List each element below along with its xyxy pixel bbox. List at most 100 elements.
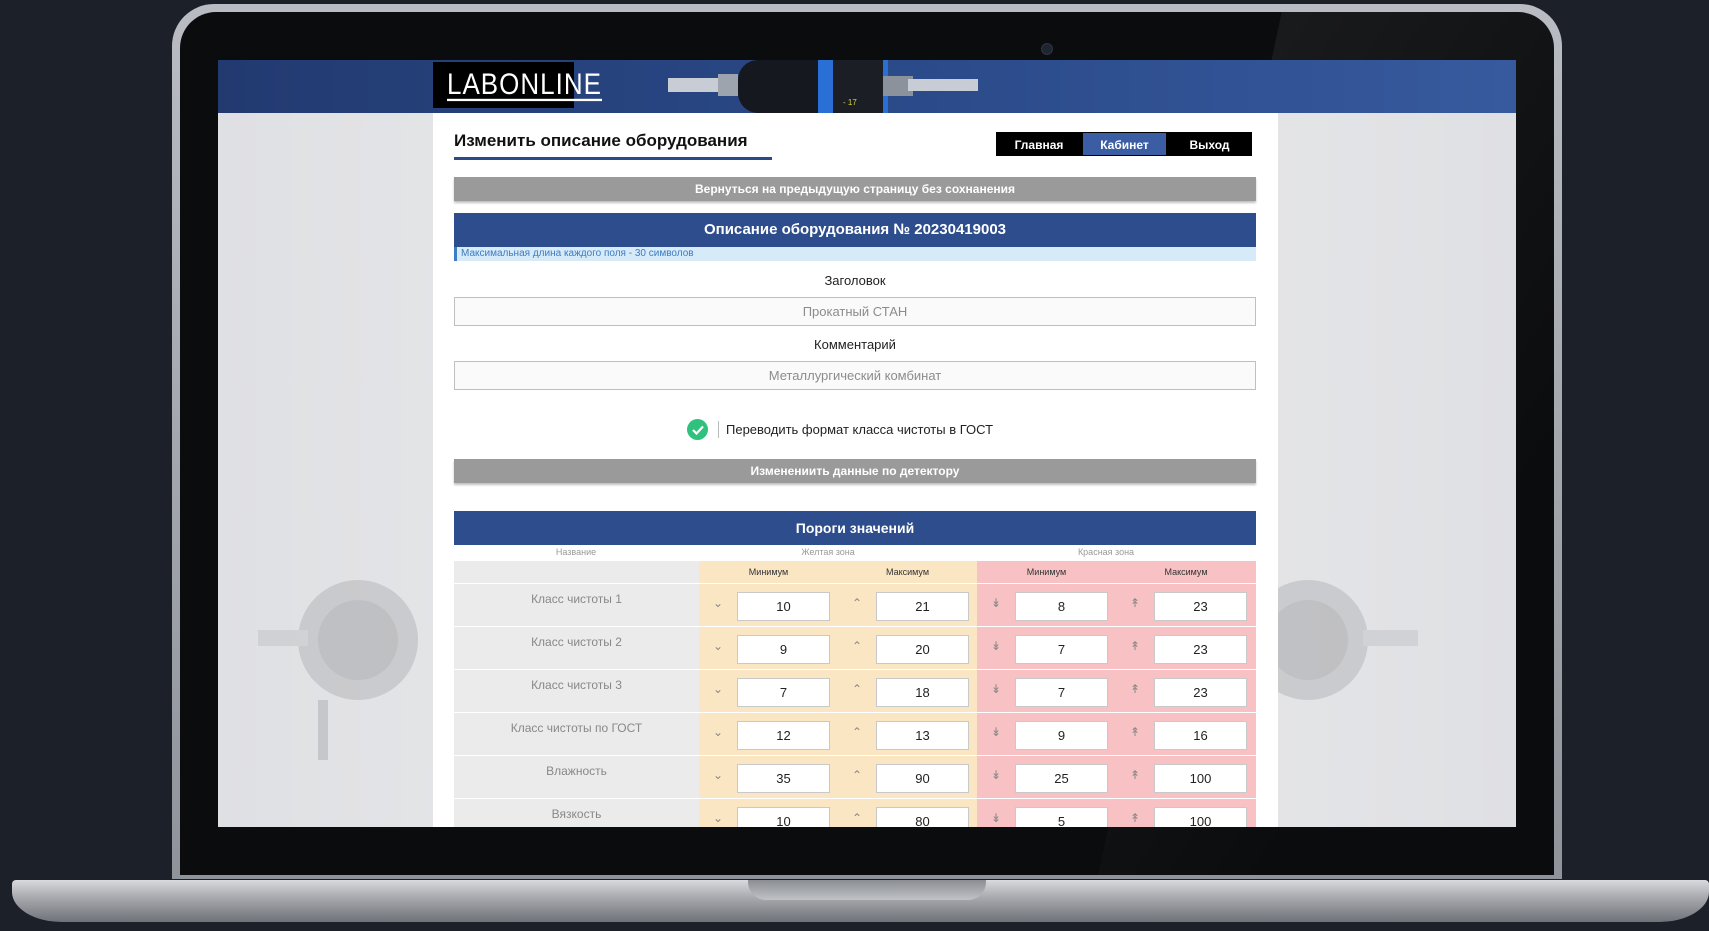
heading-input[interactable]: Прокатный СТАН [454, 297, 1256, 326]
r-max-input[interactable]: 16 [1154, 721, 1247, 750]
row-name: Класс чистоты 3 [454, 670, 699, 712]
y-max-input[interactable]: 18 [876, 678, 969, 707]
y-max-input[interactable]: 13 [876, 721, 969, 750]
edit-detector-button[interactable]: Изменениить данные по детектору [454, 459, 1256, 483]
chevron-up-icon: ⌃ [852, 682, 863, 696]
y-max-cell: ⌃ 20 [838, 627, 977, 669]
page-panel: Изменить описание оборудования Главная К… [433, 113, 1278, 827]
y-min-cell: ⌄ 12 [699, 713, 838, 755]
r-min-input[interactable]: 7 [1015, 635, 1108, 664]
r-max-cell: ↟ 23 [1116, 670, 1256, 712]
r-min-input[interactable]: 9 [1015, 721, 1108, 750]
chevron-up-icon: ⌃ [852, 725, 863, 739]
y-min-cell: ⌄ 10 [699, 584, 838, 626]
table-row: Вязкость ⌄ 10 ⌃ 80 ↡ 5 ↟ 100 [454, 798, 1256, 827]
y-min-input[interactable]: 9 [737, 635, 830, 664]
double-chevron-up-icon: ↟ [1130, 811, 1141, 825]
nav-exit-button[interactable]: Выход [1167, 132, 1252, 156]
device-banner-image: - 17 [668, 60, 978, 113]
thresholds-header: Пороги значений [454, 511, 1256, 545]
nav-home-button[interactable]: Главная [996, 132, 1082, 156]
col-red-caption: Красная зона [1077, 547, 1135, 557]
r-max-cell: ↟ 23 [1116, 584, 1256, 626]
nav-cabinet-button[interactable]: Кабинет [1082, 132, 1167, 156]
col-yellow-caption: Желтая зона [801, 547, 855, 557]
y-min-cell: ⌄ 10 [699, 799, 838, 827]
chevron-down-icon: ⌄ [713, 682, 724, 696]
background-device-image [1258, 580, 1418, 700]
page-title: Изменить описание оборудования [454, 131, 772, 160]
y-max-input[interactable]: 20 [876, 635, 969, 664]
r-min-cell: ↡ 7 [977, 670, 1116, 712]
y-max-input[interactable]: 80 [876, 807, 969, 827]
r-min-input[interactable]: 8 [1015, 592, 1108, 621]
chevron-up-icon: ⌃ [852, 596, 863, 610]
background-device-image [258, 580, 418, 760]
r-min-cell: ↡ 9 [977, 713, 1116, 755]
y-min-input[interactable]: 12 [737, 721, 830, 750]
r-max-cell: ↟ 100 [1116, 799, 1256, 827]
r-max-input[interactable]: 100 [1154, 764, 1247, 793]
header-banner: - 17 LABONLINE [218, 60, 1516, 113]
top-nav: Главная Кабинет Выход [996, 132, 1252, 156]
chevron-down-icon: ⌄ [713, 639, 724, 653]
r-max-cell: ↟ 100 [1116, 756, 1256, 798]
r-min-input[interactable]: 25 [1015, 764, 1108, 793]
double-chevron-down-icon: ↡ [991, 725, 1002, 739]
r-max-input[interactable]: 23 [1154, 635, 1247, 664]
table-row: Класс чистоты 3 ⌄ 7 ⌃ 18 ↡ 7 ↟ 23 [454, 669, 1256, 712]
chevron-down-icon: ⌄ [713, 725, 724, 739]
chevron-up-icon: ⌃ [852, 811, 863, 825]
col-name-caption: Название [555, 547, 597, 557]
r-max-cell: ↟ 23 [1116, 627, 1256, 669]
r-min-cell: ↡ 5 [977, 799, 1116, 827]
r-min-input[interactable]: 7 [1015, 678, 1108, 707]
r-min-cell: ↡ 7 [977, 627, 1116, 669]
thresholds-subheader-row: Минимум Максимум Минимум Максимум [454, 561, 1256, 583]
double-chevron-up-icon: ↟ [1130, 596, 1141, 610]
y-max-input[interactable]: 21 [876, 592, 969, 621]
double-chevron-up-icon: ↟ [1130, 682, 1141, 696]
double-chevron-up-icon: ↟ [1130, 639, 1141, 653]
row-name: Влажность [454, 756, 699, 798]
red-min-header: Минимум [977, 561, 1116, 583]
y-max-cell: ⌃ 18 [838, 670, 977, 712]
gost-checkbox-row: Переводить формат класса чистоты в ГОСТ [687, 419, 993, 440]
screen: - 17 LABONLINE Изменить описание оборудо… [218, 60, 1516, 827]
y-min-cell: ⌄ 35 [699, 756, 838, 798]
r-max-input[interactable]: 100 [1154, 807, 1247, 827]
chevron-up-icon: ⌃ [852, 639, 863, 653]
labonline-logo[interactable]: LABONLINE [433, 62, 602, 108]
svg-text:- 17: - 17 [843, 98, 857, 107]
row-name: Класс чистоты 1 [454, 584, 699, 626]
double-chevron-down-icon: ↡ [991, 811, 1002, 825]
row-name: Класс чистоты по ГОСТ [454, 713, 699, 755]
double-chevron-up-icon: ↟ [1130, 725, 1141, 739]
table-row: Класс чистоты 2 ⌄ 9 ⌃ 20 ↡ 7 ↟ 23 [454, 626, 1256, 669]
r-min-cell: ↡ 8 [977, 584, 1116, 626]
camera-dot [1041, 43, 1053, 55]
thresholds-grid: Минимум Максимум Минимум Максимум Класс … [454, 561, 1256, 827]
checkmark-icon [691, 425, 704, 435]
y-max-input[interactable]: 90 [876, 764, 969, 793]
r-max-input[interactable]: 23 [1154, 678, 1247, 707]
y-min-input[interactable]: 35 [737, 764, 830, 793]
gost-checkbox-label: Переводить формат класса чистоты в ГОСТ [726, 422, 994, 437]
r-max-input[interactable]: 23 [1154, 592, 1247, 621]
y-max-cell: ⌃ 80 [838, 799, 977, 827]
table-row: Класс чистоты 1 ⌄ 10 ⌃ 21 ↡ 8 ↟ 23 [454, 583, 1256, 626]
table-row: Влажность ⌄ 35 ⌃ 90 ↡ 25 ↟ 100 [454, 755, 1256, 798]
max-length-note: Максимальная длина каждого поля - 30 сим… [454, 247, 1256, 261]
y-min-input[interactable]: 7 [737, 678, 830, 707]
back-without-saving-button[interactable]: Вернуться на предыдущую страницу без сох… [454, 177, 1256, 201]
double-chevron-down-icon: ↡ [991, 768, 1002, 782]
r-max-cell: ↟ 16 [1116, 713, 1256, 755]
y-max-cell: ⌃ 21 [838, 584, 977, 626]
y-min-input[interactable]: 10 [737, 807, 830, 827]
comment-input[interactable]: Металлургический комбинат [454, 361, 1256, 390]
y-min-cell: ⌄ 9 [699, 627, 838, 669]
heading-label: Заголовок [824, 273, 886, 288]
r-min-input[interactable]: 5 [1015, 807, 1108, 827]
y-min-input[interactable]: 10 [737, 592, 830, 621]
gost-checkbox[interactable] [687, 419, 708, 440]
